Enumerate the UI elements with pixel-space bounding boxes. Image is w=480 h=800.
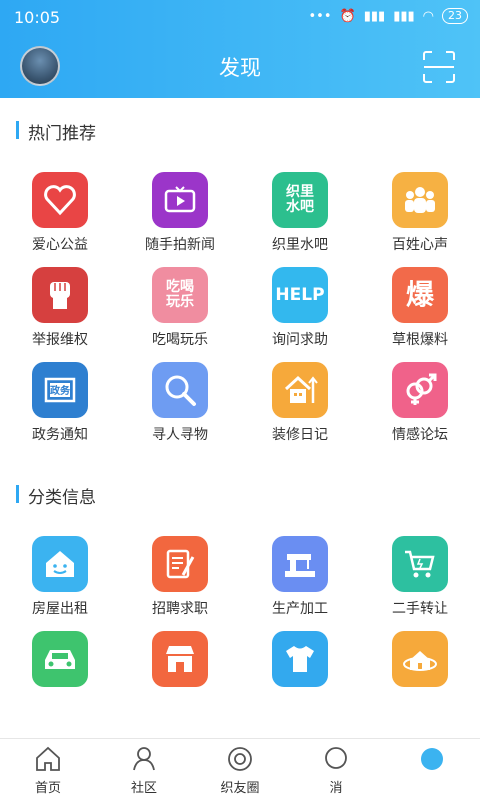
tv-icon [152, 172, 208, 228]
grid-item[interactable]: 政务 政务通知 [0, 362, 120, 458]
tab-item[interactable] [384, 739, 480, 800]
grid-item-label: 二手转让 [392, 601, 448, 617]
status-icons: ••• ⏰ ▮▮▮ ▮▮▮ ◠ 23 [309, 8, 468, 24]
grid-item[interactable]: 随手拍新闻 [120, 172, 240, 268]
tab-label: 消 [329, 781, 343, 796]
grid-item[interactable] [360, 631, 480, 727]
signal-icon: ▮▮▮ [363, 8, 386, 24]
section-category-header: 分类信息 [0, 480, 480, 510]
profile-icon [418, 745, 446, 773]
house-growth-icon [272, 362, 328, 418]
text-logo-icon: 吃喝 玩乐 [152, 267, 208, 323]
alarm-icon: ⏰ [339, 8, 356, 24]
document-pen-icon [152, 536, 208, 592]
scan-icon[interactable] [422, 50, 456, 84]
magnifier-icon [152, 362, 208, 418]
grid-item-label: 举报维权 [32, 332, 88, 348]
grid-item-label: 百姓心声 [392, 237, 448, 253]
grid-item-label: 草根爆料 [392, 332, 448, 348]
grid-item-label: 房屋出租 [32, 601, 88, 617]
grid-item[interactable]: 装修日记 [240, 362, 360, 458]
section-accent-bar [16, 485, 19, 503]
app-header: 发现 [0, 36, 480, 98]
grid-item[interactable] [240, 631, 360, 727]
section-hot-header: 热门推荐 [0, 116, 480, 146]
grid-item-label: 招聘求职 [152, 601, 208, 617]
house-orbit-icon [392, 631, 448, 687]
government-icon: 政务 [32, 362, 88, 418]
status-bar: 10:05 ••• ⏰ ▮▮▮ ▮▮▮ ◠ 23 [0, 0, 480, 36]
message-icon [322, 745, 350, 773]
grid-item[interactable]: HELP 询问求助 [240, 267, 360, 363]
circle-icon [226, 745, 254, 773]
grid-item-label: 装修日记 [272, 427, 328, 443]
help-icon: HELP [272, 267, 328, 323]
notification-dots: ••• [308, 8, 332, 24]
house-smile-icon [32, 536, 88, 592]
grid-item-label: 询问求助 [272, 332, 328, 348]
community-icon [130, 745, 158, 773]
grid-item-label: 政务通知 [32, 427, 88, 443]
grid-item-label: 寻人寻物 [152, 427, 208, 443]
grid-item-label: 随手拍新闻 [145, 237, 215, 253]
grid-item-label: 生产加工 [272, 601, 328, 617]
text-logo-icon: 爆 [392, 267, 448, 323]
grid-item[interactable] [120, 631, 240, 727]
grid-item[interactable]: 举报维权 [0, 267, 120, 363]
shirt-icon [272, 631, 328, 687]
tab-item[interactable]: 织友圈 [192, 739, 288, 800]
status-time: 10:05 [14, 8, 61, 27]
grid-item[interactable]: 吃喝 玩乐 吃喝玩乐 [120, 267, 240, 363]
battery-badge: 23 [442, 8, 468, 24]
shop-icon [152, 631, 208, 687]
sewing-machine-icon [272, 536, 328, 592]
fist-icon [32, 267, 88, 323]
grid-item-label: 织里水吧 [272, 237, 328, 253]
gender-icon [392, 362, 448, 418]
svg-text:政务: 政务 [50, 384, 71, 397]
heart-icon [32, 172, 88, 228]
grid-item[interactable]: 二手转让 [360, 536, 480, 632]
grid-item-label: 吃喝玩乐 [152, 332, 208, 348]
car-icon [32, 631, 88, 687]
signal-icon-2: ▮▮▮ [393, 8, 415, 24]
tab-label: 首页 [34, 781, 61, 796]
section-title: 分类信息 [28, 488, 96, 508]
grid-item[interactable]: 房屋出租 [0, 536, 120, 632]
tab-label: 织友圈 [220, 781, 260, 796]
grid-item[interactable] [0, 631, 120, 727]
grid-item[interactable]: 寻人寻物 [120, 362, 240, 458]
section-title: 热门推荐 [28, 124, 96, 144]
tab-item[interactable]: 社区 [96, 739, 192, 800]
grid-item[interactable]: 百姓心声 [360, 172, 480, 268]
tab-label: 社区 [130, 781, 157, 796]
people-icon [392, 172, 448, 228]
grid-item-label: 情感论坛 [392, 427, 448, 443]
cart-icon [392, 536, 448, 592]
grid-item[interactable]: 情感论坛 [360, 362, 480, 458]
tab-item[interactable]: 消 [288, 739, 384, 800]
bottom-tab-bar: 首页 社区 织友圈 消 [0, 738, 480, 800]
grid-item[interactable]: 织里 水吧 织里水吧 [240, 172, 360, 268]
grid-item[interactable]: 生产加工 [240, 536, 360, 632]
wifi-icon: ◠ [422, 8, 434, 24]
page-title: 发现 [219, 56, 261, 80]
section-accent-bar [16, 121, 19, 139]
text-logo-icon: 织里 水吧 [272, 172, 328, 228]
grid-item[interactable]: 爆草根爆料 [360, 267, 480, 363]
home-icon [34, 745, 62, 773]
grid-item-label: 爱心公益 [32, 237, 88, 253]
tab-item[interactable]: 首页 [0, 739, 96, 800]
grid-item[interactable]: 招聘求职 [120, 536, 240, 632]
grid-item[interactable]: 爱心公益 [0, 172, 120, 268]
